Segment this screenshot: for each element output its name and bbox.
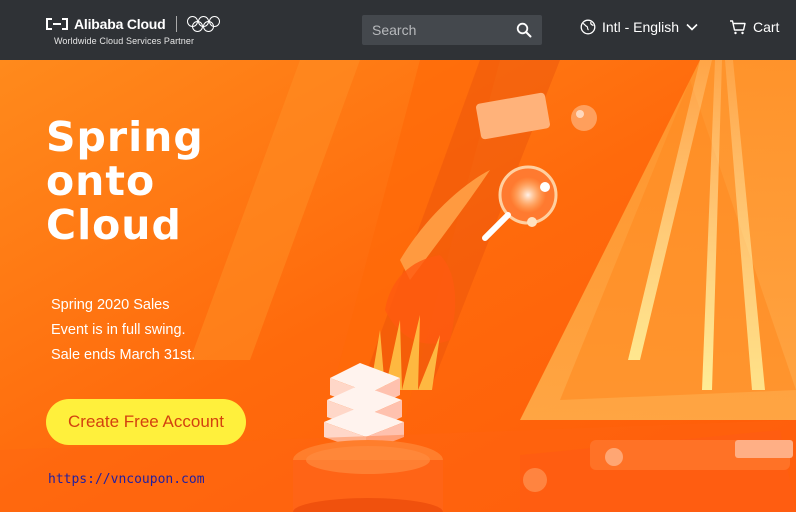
hero-headline: Spring onto Cloud xyxy=(46,115,204,247)
chevron-down-icon xyxy=(686,23,698,31)
search-icon[interactable] xyxy=(516,22,532,38)
description-line: Spring 2020 Sales xyxy=(51,297,170,313)
hero-description: Spring 2020 Sales Event is in full swing… xyxy=(51,293,195,368)
olympic-rings-icon xyxy=(186,16,221,32)
watermark-url: https://vncoupon.com xyxy=(48,472,205,487)
hero-banner: Spring onto Cloud Spring 2020 Sales Even… xyxy=(0,60,796,512)
language-selector[interactable]: Intl - English xyxy=(580,19,705,35)
description-line: Event is in full swing. xyxy=(51,322,186,338)
brand-tagline: Worldwide Cloud Services Partner xyxy=(54,36,195,46)
search-box[interactable] xyxy=(362,15,542,45)
alibaba-cloud-logo[interactable]: Alibaba Cloud Worldwide Cloud Services P… xyxy=(46,14,221,48)
cart-label: Cart xyxy=(753,19,780,35)
alibaba-cloud-mark-icon xyxy=(46,17,68,31)
logo-divider xyxy=(175,16,177,32)
headline-line: Spring xyxy=(46,113,204,161)
headline-line: onto xyxy=(46,157,156,205)
language-label: Intl - English xyxy=(602,19,680,35)
description-line: Sale ends March 31st. xyxy=(51,347,196,363)
globe-icon xyxy=(580,19,596,35)
create-free-account-button[interactable]: Create Free Account xyxy=(46,399,246,445)
top-navigation-bar: Alibaba Cloud Worldwide Cloud Services P… xyxy=(0,0,796,60)
search-input[interactable] xyxy=(362,22,507,38)
headline-line: Cloud xyxy=(46,201,182,249)
cart-icon xyxy=(730,20,746,35)
cart-link[interactable]: Cart xyxy=(729,19,779,35)
brand-name: Alibaba Cloud xyxy=(74,16,166,32)
